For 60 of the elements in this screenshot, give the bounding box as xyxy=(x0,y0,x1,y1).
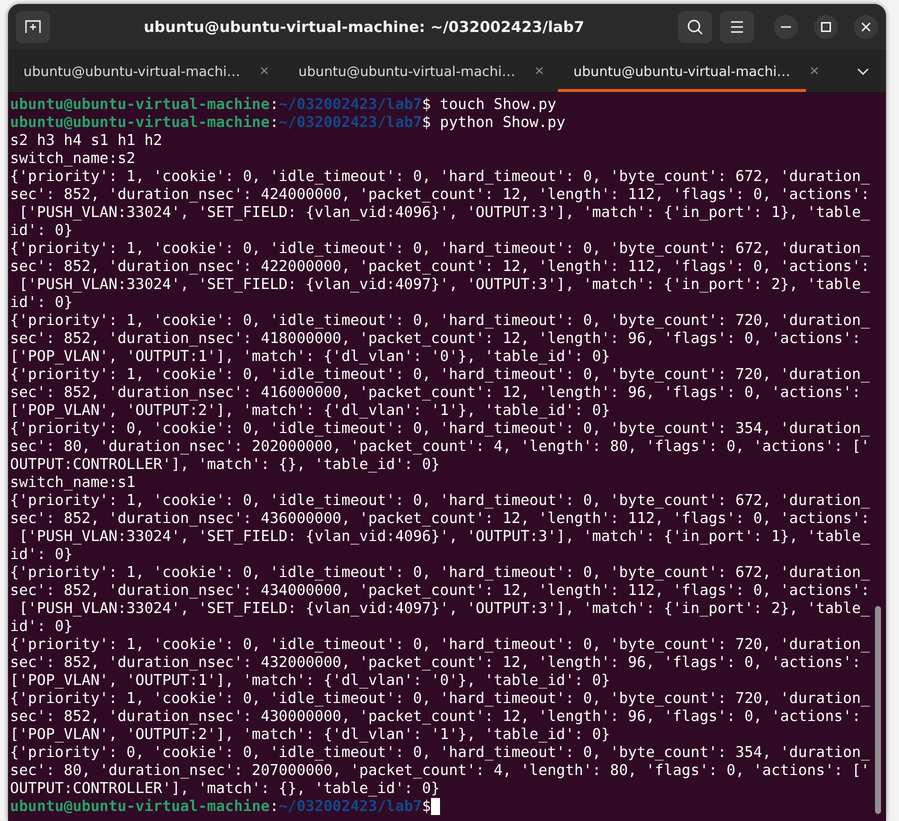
output-line: ['POP_VLAN', 'OUTPUT:2'], 'match': {'dl_vlan': '1'}, 'table_id': 0} xyxy=(10,401,610,419)
output-line: sec': 852, 'duration_nsec': 422000000, 'packet_count': 12, 'length': 112, 'flags': 0, 'actions': xyxy=(10,257,870,275)
menu-button[interactable] xyxy=(720,11,754,43)
prompt-line: ubuntu@ubuntu-virtual-machine:~/032002423/lab7$ touch Show.py xyxy=(10,95,556,113)
output-line: sec': 852, 'duration_nsec': 436000000, 'packet_count': 12, 'length': 112, 'flags': 0, 'actions': xyxy=(10,509,870,527)
output-line: {'priority': 1, 'cookie': 0, 'idle_timeout': 0, 'hard_timeout': 0, 'byte_count': 720, 'duration_ xyxy=(10,689,870,707)
output-line: ['POP_VLAN', 'OUTPUT:2'], 'match': {'dl_vlan': '1'}, 'table_id': 0} xyxy=(10,725,610,743)
minimize-icon xyxy=(781,26,791,28)
output-line: ['POP_VLAN', 'OUTPUT:1'], 'match': {'dl_vlan': '0'}, 'table_id': 0} xyxy=(10,347,610,365)
search-icon xyxy=(687,19,703,35)
close-icon xyxy=(861,22,871,32)
output-line: OUTPUT:CONTROLLER'], 'match': {}, 'table_id': 0} xyxy=(10,779,440,797)
output-line: sec': 852, 'duration_nsec': 424000000, 'packet_count': 12, 'length': 112, 'flags': 0, 'actions': xyxy=(10,185,870,203)
output-line: {'priority': 0, 'cookie': 0, 'idle_timeout': 0, 'hard_timeout': 0, 'byte_count': 354, 'duration_ xyxy=(10,743,870,761)
search-button[interactable] xyxy=(678,11,712,43)
terminal-tab[interactable]: ubuntu@ubuntu-virtual-machi… xyxy=(283,51,531,92)
output-line: ['PUSH_VLAN:33024', 'SET_FIELD: {vlan_vid:4096}', 'OUTPUT:3'], 'match': {'in_port': 1}, 'table_ xyxy=(18,527,870,545)
menu-icon xyxy=(730,21,744,33)
output-line: {'priority': 1, 'cookie': 0, 'idle_timeout': 0, 'hard_timeout': 0, 'byte_count': 720, 'duration_ xyxy=(10,311,870,329)
output-line: {'priority': 1, 'cookie': 0, 'idle_timeout': 0, 'hard_timeout': 0, 'byte_count': 672, 'duration_ xyxy=(10,167,870,185)
output-line: id': 0} xyxy=(10,617,73,635)
output-line: {'priority': 1, 'cookie': 0, 'idle_timeout': 0, 'hard_timeout': 0, 'byte_count': 672, 'duration_ xyxy=(10,491,870,509)
output-line: sec': 80, 'duration_nsec': 202000000, 'packet_count': 4, 'length': 80, 'flags': 0, 'actions': [' xyxy=(10,437,870,455)
output-line: switch_name:s1 xyxy=(10,473,136,491)
window-title: ubuntu@ubuntu-virtual-machine: ~/032002423/lab7 xyxy=(142,18,586,36)
output-line: ['POP_VLAN', 'OUTPUT:1'], 'match': {'dl_vlan': '0'}, 'table_id': 0} xyxy=(10,671,610,689)
output-line: sec': 852, 'duration_nsec': 432000000, 'packet_count': 12, 'length': 96, 'flags': 0, 'actions': xyxy=(10,653,861,671)
output-line: {'priority': 1, 'cookie': 0, 'idle_timeout': 0, 'hard_timeout': 0, 'byte_count': 672, 'duration_ xyxy=(10,563,870,581)
output-line: sec': 852, 'duration_nsec': 434000000, 'packet_count': 12, 'length': 112, 'flags': 0, 'actions': xyxy=(10,581,870,599)
output-line: sec': 852, 'duration_nsec': 418000000, 'packet_count': 12, 'length': 96, 'flags': 0, 'actions': xyxy=(10,329,861,347)
new-tab-icon xyxy=(25,20,41,34)
maximize-icon xyxy=(821,22,831,32)
chevron-down-icon xyxy=(857,68,869,75)
prompt-line: ubuntu@ubuntu-virtual-machine:~/032002423/lab7$ python Show.py xyxy=(10,113,566,131)
scrollbar-thumb[interactable] xyxy=(875,606,881,814)
output-line: OUTPUT:CONTROLLER'], 'match': {}, 'table_id': 0} xyxy=(10,455,440,473)
tab-close-button[interactable]: × xyxy=(534,62,544,80)
close-button[interactable] xyxy=(854,15,878,39)
output-line: switch_name:s2 xyxy=(10,149,136,167)
prompt-line: ubuntu@ubuntu-virtual-machine:~/032002423/lab7$ xyxy=(10,797,431,815)
tab-close-button[interactable]: × xyxy=(260,62,269,80)
output-line: {'priority': 0, 'cookie': 0, 'idle_timeout': 0, 'hard_timeout': 0, 'byte_count': 354, 'duration_ xyxy=(10,419,870,437)
output-line: {'priority': 1, 'cookie': 0, 'idle_timeout': 0, 'hard_timeout': 0, 'byte_count': 672, 'duration_ xyxy=(10,239,870,257)
output-line: id': 0} xyxy=(10,221,73,239)
output-line: ['PUSH_VLAN:33024', 'SET_FIELD: {vlan_vid:4097}', 'OUTPUT:3'], 'match': {'in_port': 2}, 'table_ xyxy=(18,599,870,617)
output-line: s2 h3 h4 s1 h1 h2 xyxy=(10,131,162,149)
output-line: {'priority': 1, 'cookie': 0, 'idle_timeout': 0, 'hard_timeout': 0, 'byte_count': 720, 'duration_ xyxy=(10,635,870,653)
minimize-button[interactable] xyxy=(774,15,798,39)
tab-close-button[interactable]: × xyxy=(810,62,819,80)
output-line: id': 0} xyxy=(10,293,73,311)
output-line: ['PUSH_VLAN:33024', 'SET_FIELD: {vlan_vid:4096}', 'OUTPUT:3'], 'match': {'in_port': 1}, 'table_ xyxy=(18,203,870,221)
terminal-tab[interactable]: ubuntu@ubuntu-virtual-machi… xyxy=(8,51,256,92)
maximize-button[interactable] xyxy=(814,15,838,39)
output-line: sec': 852, 'duration_nsec': 416000000, 'packet_count': 12, 'length': 96, 'flags': 0, 'actions': xyxy=(10,383,861,401)
output-line: sec': 80, 'duration_nsec': 207000000, 'packet_count': 4, 'length': 80, 'flags': 0, 'actions': [' xyxy=(10,761,870,779)
output-line: sec': 852, 'duration_nsec': 430000000, 'packet_count': 12, 'length': 96, 'flags': 0, 'actions': xyxy=(10,707,861,725)
output-line: id': 0} xyxy=(10,545,73,563)
output-line: {'priority': 1, 'cookie': 0, 'idle_timeout': 0, 'hard_timeout': 0, 'byte_count': 720, 'duration_ xyxy=(10,365,870,383)
output-line: ['PUSH_VLAN:33024', 'SET_FIELD: {vlan_vid:4097}', 'OUTPUT:3'], 'match': {'in_port': 2}, 'table_ xyxy=(18,275,870,293)
new-tab-button[interactable] xyxy=(16,11,50,43)
